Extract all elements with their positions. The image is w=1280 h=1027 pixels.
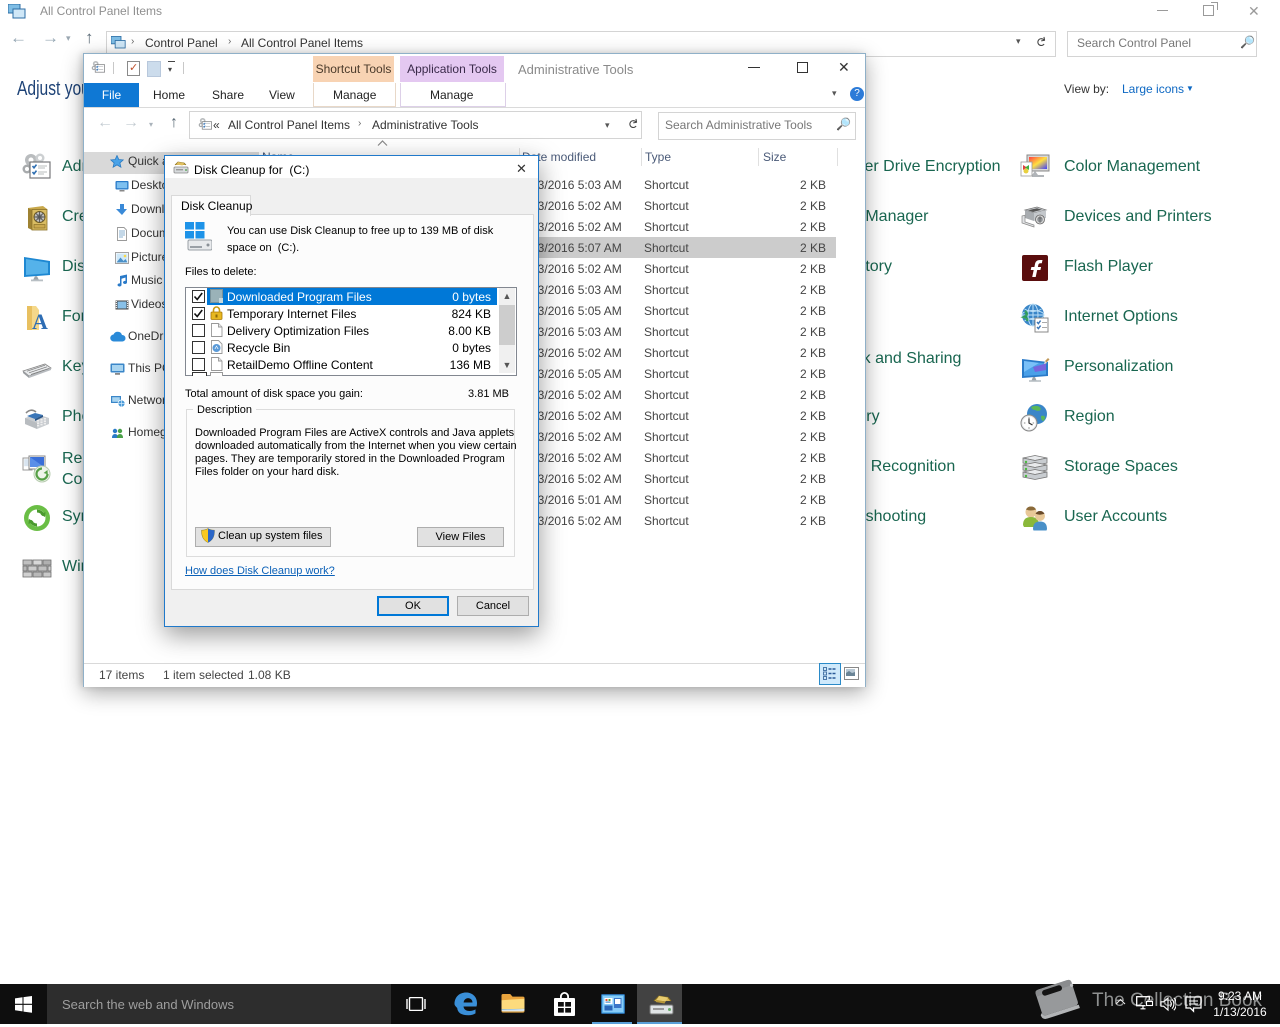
svg-text:A: A — [32, 309, 48, 334]
